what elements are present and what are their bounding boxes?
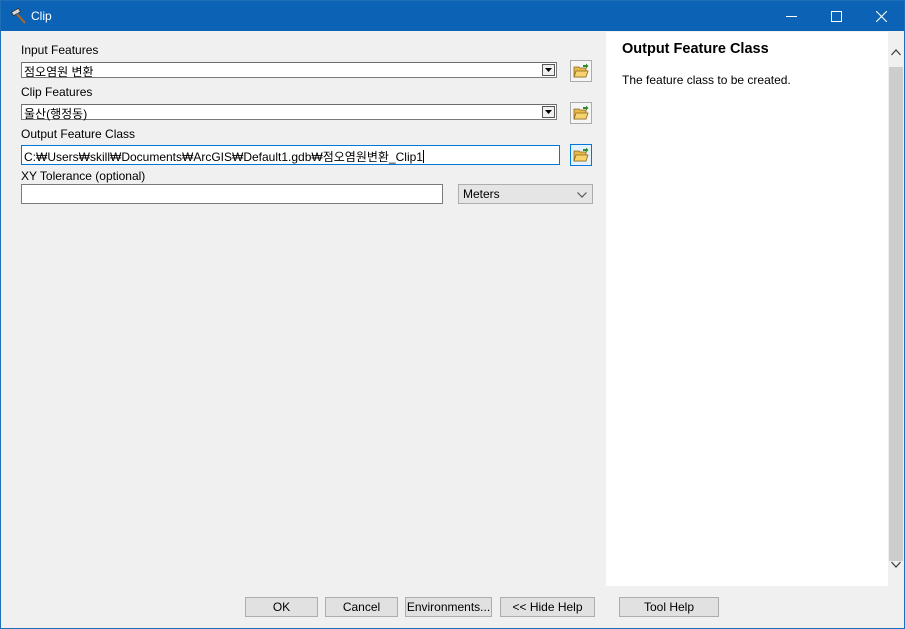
scroll-up-button[interactable] — [888, 44, 904, 61]
input-features-value: 점오염원 변환 — [24, 65, 94, 79]
title-bar[interactable]: Clip — [1, 1, 904, 31]
close-button[interactable] — [859, 1, 904, 31]
text-caret — [422, 150, 424, 163]
help-scrollbar[interactable] — [888, 32, 904, 586]
clip-dialog: Clip Input Features 점오염원 변환 Clip Feature… — [0, 0, 905, 629]
input-features-browse-button[interactable] — [570, 60, 592, 82]
ok-button[interactable]: OK — [245, 597, 318, 617]
clip-features-browse-button[interactable] — [570, 102, 592, 124]
clip-features-value: 울산(행정동) — [24, 107, 88, 121]
input-features-label: Input Features — [21, 43, 99, 57]
units-select[interactable]: Meters — [458, 184, 593, 204]
output-feature-class-label: Output Feature Class — [21, 127, 136, 141]
scroll-thumb[interactable] — [889, 67, 903, 561]
window-title: Clip — [31, 9, 52, 23]
clip-features-dropdown[interactable] — [542, 106, 555, 118]
maximize-button[interactable] — [814, 1, 859, 31]
scroll-down-button[interactable] — [888, 556, 904, 573]
output-feature-class-input[interactable]: C:₩Users₩skill₩Documents₩ArcGIS₩Default1… — [21, 145, 560, 165]
hammer-icon — [10, 7, 28, 25]
tool-help-button[interactable]: Tool Help — [619, 597, 719, 617]
clip-features-label: Clip Features — [21, 85, 93, 99]
xy-tolerance-input[interactable] — [21, 184, 443, 204]
cancel-button[interactable]: Cancel — [325, 597, 398, 617]
xy-tolerance-label: XY Tolerance (optional) — [21, 169, 146, 183]
help-text: The feature class to be created. — [622, 73, 791, 87]
clip-features-combo[interactable]: 울산(행정동) — [21, 104, 557, 121]
output-feature-class-value: C:₩Users₩skill₩Documents₩ArcGIS₩Default1… — [24, 150, 423, 164]
output-feature-class-browse-button[interactable] — [570, 144, 592, 166]
environments-button[interactable]: Environments... — [405, 597, 492, 617]
help-panel: Output Feature Class The feature class t… — [606, 32, 888, 586]
hide-help-button[interactable]: << Hide Help — [500, 597, 595, 617]
help-title: Output Feature Class — [622, 41, 769, 57]
input-features-combo[interactable]: 점오염원 변환 — [21, 62, 557, 79]
minimize-button[interactable] — [769, 1, 814, 31]
input-features-dropdown[interactable] — [542, 64, 555, 76]
units-value: Meters — [463, 187, 500, 201]
